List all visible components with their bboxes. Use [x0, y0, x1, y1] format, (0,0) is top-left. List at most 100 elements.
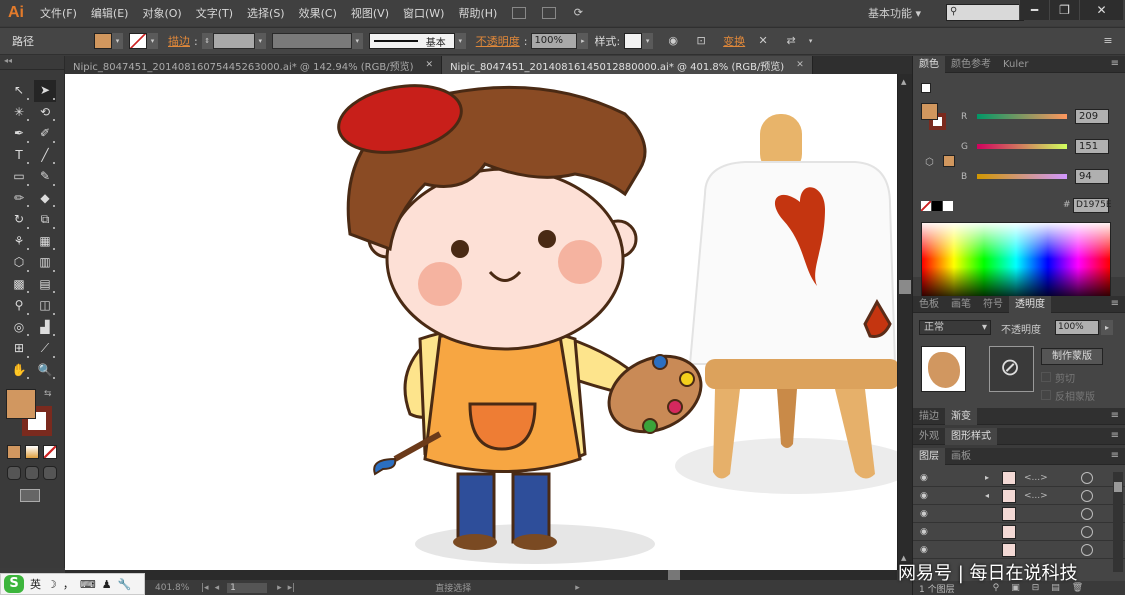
- warp-tool-icon[interactable]: ⚘: [8, 231, 30, 253]
- tab-layers[interactable]: 图层: [913, 447, 945, 465]
- tab-swatches[interactable]: 色板: [913, 296, 945, 313]
- eye-icon[interactable]: ◉: [920, 527, 934, 537]
- horizontal-scroll-thumb[interactable]: [668, 570, 680, 580]
- tab-document-2[interactable]: Nipic_8047451_20140816145012880000.ai* @…: [442, 56, 813, 74]
- help-search-input[interactable]: ⚲: [946, 4, 1024, 21]
- layers-scrollbar[interactable]: [1113, 472, 1123, 572]
- layer-row[interactable]: ◉: [913, 505, 1125, 523]
- tab-appearance[interactable]: 外观: [913, 428, 945, 445]
- blend-mode-select[interactable]: 正常 ▾: [919, 320, 991, 335]
- stroke-dropdown[interactable]: ▾: [147, 33, 158, 49]
- tab-kuler[interactable]: Kuler: [997, 56, 1034, 73]
- target-icon[interactable]: [1081, 489, 1093, 502]
- stroke-weight-dropdown[interactable]: ▾: [254, 33, 266, 49]
- tab-document-1[interactable]: Nipic_8047451_20140816075445263000.ai* @…: [65, 56, 443, 74]
- panel-menu-icon[interactable]: ≡: [1111, 410, 1119, 421]
- tab-color[interactable]: 颜色: [913, 55, 945, 73]
- color-spectrum[interactable]: [921, 222, 1111, 304]
- close-icon[interactable]: ✕: [796, 60, 804, 70]
- out-of-gamut-icon[interactable]: ⬡: [925, 157, 934, 168]
- zoom-level[interactable]: 401.8%: [155, 583, 195, 593]
- target-icon[interactable]: [1081, 507, 1093, 520]
- brush-definition[interactable]: 基本: [368, 33, 455, 49]
- workspace-switcher[interactable]: 基本功能 ▾: [868, 5, 921, 21]
- shape-builder-tool-icon[interactable]: ⬡: [8, 252, 30, 274]
- eye-icon[interactable]: ◉: [920, 509, 934, 519]
- gamut-swatch[interactable]: [943, 155, 955, 167]
- menu-view[interactable]: 视图(V): [344, 5, 396, 21]
- menu-edit[interactable]: 编辑(E): [84, 5, 136, 21]
- variable-width-dropdown[interactable]: ▾: [351, 33, 363, 49]
- column-graph-tool-icon[interactable]: ▟: [34, 317, 56, 339]
- artboard-tool-icon[interactable]: ⊞: [8, 338, 30, 360]
- transform-dropdown[interactable]: ▾: [805, 33, 816, 49]
- stroke-link[interactable]: 描边: [168, 33, 190, 49]
- menu-file[interactable]: 文件(F): [33, 5, 84, 21]
- panel-menu-icon[interactable]: ≡: [1111, 58, 1119, 69]
- moon-icon[interactable]: ☽: [47, 578, 57, 591]
- mask-thumbnail[interactable]: ⊘: [989, 346, 1034, 392]
- vertical-scroll-thumb[interactable]: [899, 280, 911, 294]
- tab-transparency[interactable]: 透明度: [1009, 295, 1051, 313]
- user-icon[interactable]: ♟: [102, 578, 112, 591]
- draw-inside-icon[interactable]: [43, 466, 57, 480]
- layer-row[interactable]: ◉: [913, 523, 1125, 541]
- panel-menu-icon[interactable]: ≡: [1111, 430, 1119, 441]
- selection-tool-icon[interactable]: ↖: [8, 80, 30, 102]
- keyboard-icon[interactable]: ⌨: [80, 578, 96, 591]
- graphic-style-dropdown[interactable]: ▾: [642, 33, 654, 49]
- eyedropper-tool-icon[interactable]: ⚲: [8, 295, 30, 317]
- menu-effect[interactable]: 效果(C): [292, 5, 344, 21]
- stroke-swatch[interactable]: [129, 33, 147, 49]
- default-colors-icon[interactable]: [921, 83, 931, 93]
- rotate-tool-icon[interactable]: ↻: [8, 209, 30, 231]
- layer-name[interactable]: <...>: [1024, 473, 1048, 483]
- fill-dropdown[interactable]: ▾: [112, 33, 123, 49]
- tab-gradient[interactable]: 渐变: [945, 407, 977, 425]
- r-slider[interactable]: [977, 114, 1067, 119]
- restore-button[interactable]: ❐: [1049, 0, 1079, 20]
- artboard-canvas[interactable]: [65, 74, 897, 570]
- free-transform-tool-icon[interactable]: ▦: [34, 231, 56, 253]
- invert-mask-checkbox[interactable]: [1041, 390, 1051, 400]
- rectangle-tool-icon[interactable]: ▭: [8, 166, 30, 188]
- eye-icon[interactable]: ◉: [920, 545, 934, 555]
- brush-dropdown[interactable]: ▾: [454, 33, 466, 49]
- blend-tool-icon[interactable]: ◫: [34, 295, 56, 317]
- menu-type[interactable]: 文字(T): [189, 5, 240, 21]
- tab-graphic-styles[interactable]: 图形样式: [945, 427, 997, 445]
- target-icon[interactable]: [1081, 471, 1093, 484]
- panel-menu-icon[interactable]: ≡: [1111, 298, 1119, 309]
- menu-help[interactable]: 帮助(H): [451, 5, 504, 21]
- menu-object[interactable]: 对象(O): [135, 5, 188, 21]
- b-value-input[interactable]: 94: [1075, 169, 1109, 184]
- hex-input[interactable]: D1975E: [1073, 198, 1112, 213]
- swap-fill-stroke-icon[interactable]: ⇆: [44, 389, 52, 399]
- status-menu-arrow[interactable]: ▸: [575, 583, 580, 593]
- opacity-input[interactable]: 100%: [1055, 320, 1099, 335]
- clip-checkbox[interactable]: [1041, 372, 1051, 382]
- pen-tool-icon[interactable]: ✒: [8, 123, 30, 145]
- first-artboard-button[interactable]: |◂: [201, 583, 209, 593]
- stroke-weight-stepper[interactable]: ⇕: [201, 33, 213, 49]
- none-mode-button[interactable]: [43, 445, 57, 459]
- wrench-icon[interactable]: 🔧: [118, 578, 132, 591]
- vertical-scrollbar[interactable]: ▲ ▲: [897, 74, 912, 570]
- direct-selection-tool-icon[interactable]: ➤: [34, 80, 56, 102]
- prev-artboard-button[interactable]: ◂: [215, 583, 220, 593]
- r-value-input[interactable]: 209: [1075, 109, 1109, 124]
- type-tool-icon[interactable]: T: [8, 145, 30, 167]
- transform-options-icon[interactable]: ⇄: [782, 33, 800, 49]
- tab-brushes[interactable]: 画笔: [945, 296, 977, 313]
- horizontal-scrollbar[interactable]: [65, 570, 897, 580]
- gradient-tool-icon[interactable]: ▤: [34, 274, 56, 296]
- expand-arrow[interactable]: ▸: [985, 473, 989, 482]
- transform-link[interactable]: 变换: [723, 33, 745, 49]
- paintbrush-tool-icon[interactable]: ✎: [34, 166, 56, 188]
- pencil-tool-icon[interactable]: ✏: [8, 188, 30, 210]
- perspective-grid-tool-icon[interactable]: ▥: [34, 252, 56, 274]
- opacity-link[interactable]: 不透明度: [476, 33, 520, 49]
- black-color-swatch[interactable]: [932, 201, 942, 211]
- menu-window[interactable]: 窗口(W): [396, 5, 451, 21]
- last-artboard-button[interactable]: ▸|: [288, 583, 296, 593]
